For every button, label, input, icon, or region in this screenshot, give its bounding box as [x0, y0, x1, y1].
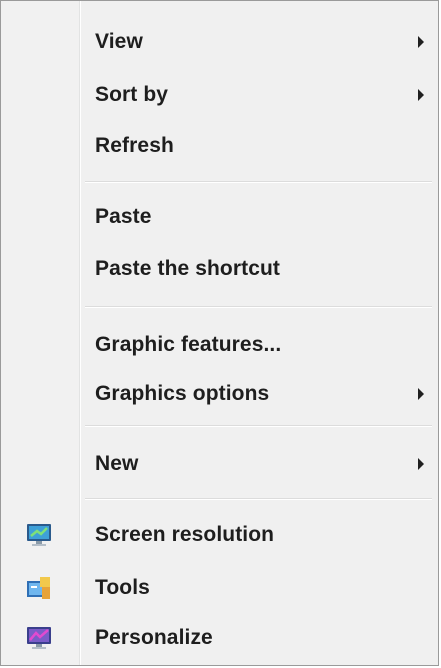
menu-separator [85, 425, 432, 427]
menu-item-label: Paste [95, 205, 152, 228]
menu-separator [85, 181, 432, 183]
menu-item-tools[interactable]: Tools [5, 565, 434, 611]
screen-resolution-icon [25, 522, 53, 548]
personalize-icon [25, 625, 53, 651]
menu-item-label: Personalize [95, 626, 213, 649]
submenu-arrow-icon [418, 36, 424, 48]
menu-item-label: Screen resolution [95, 523, 275, 546]
menu-item-label: New [95, 452, 139, 475]
menu-item-label: Graphics options [95, 382, 270, 405]
menu-item-personalize[interactable]: Personalize [5, 615, 434, 661]
tools-icon [25, 575, 53, 601]
menu-item-label: View [95, 30, 143, 53]
menu-separator [85, 306, 432, 308]
menu-item-sort-by[interactable]: Sort by [5, 72, 434, 118]
menu-item-paste[interactable]: Paste [5, 194, 434, 240]
menu-item-new[interactable]: New [5, 441, 434, 487]
menu-item-label: Graphic features... [95, 333, 282, 356]
menu-item-label: Paste the shortcut [95, 257, 281, 280]
menu-item-graphic-features[interactable]: Graphic features... [5, 322, 434, 368]
menu-separator [85, 498, 432, 500]
desktop-context-menu: View Sort by Refresh Paste Paste the sho… [0, 0, 439, 666]
menu-item-screen-resolution[interactable]: Screen resolution [5, 512, 434, 558]
menu-item-label: Sort by [95, 83, 169, 106]
submenu-arrow-icon [418, 458, 424, 470]
menu-item-label: Refresh [95, 134, 174, 157]
submenu-arrow-icon [418, 89, 424, 101]
menu-item-view[interactable]: View [5, 19, 434, 65]
menu-item-label: Tools [95, 576, 150, 599]
submenu-arrow-icon [418, 388, 424, 400]
menu-item-graphics-options[interactable]: Graphics options [5, 371, 434, 417]
menu-item-paste-shortcut[interactable]: Paste the shortcut [5, 246, 434, 292]
menu-item-refresh[interactable]: Refresh [5, 123, 434, 169]
